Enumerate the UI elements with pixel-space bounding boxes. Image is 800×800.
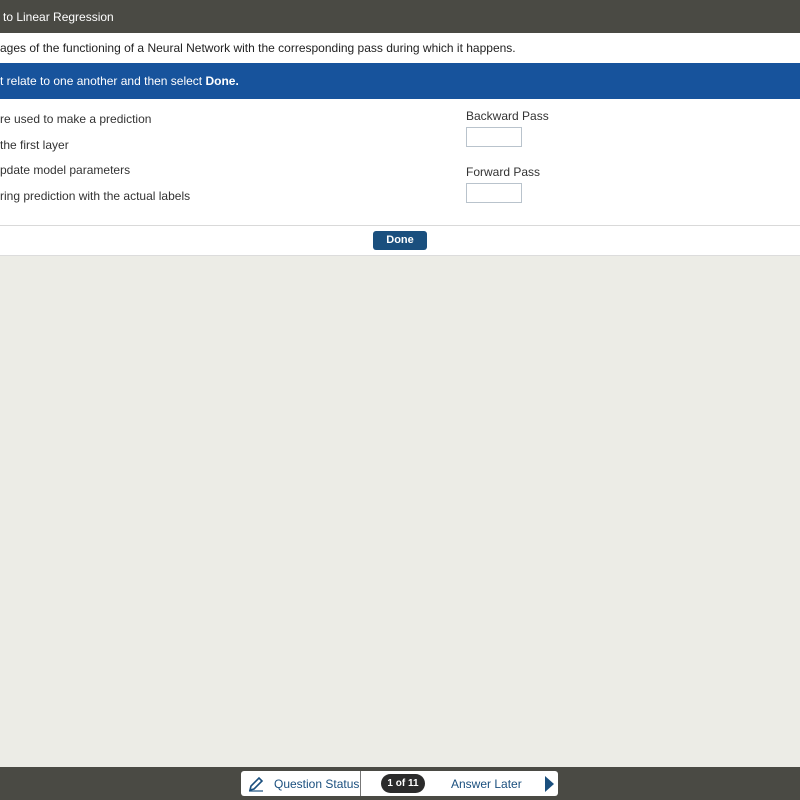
backward-pass-dropzone[interactable] xyxy=(466,127,522,147)
statement-item[interactable]: re used to make a prediction xyxy=(0,112,151,126)
question-counter: 1 of 11 xyxy=(381,774,425,793)
instruction-done-word: Done. xyxy=(205,74,239,88)
answer-later-button[interactable]: Answer Later xyxy=(451,777,522,791)
forward-pass-dropzone[interactable] xyxy=(466,183,522,203)
statement-item[interactable]: ring prediction with the actual labels xyxy=(0,189,190,203)
right-arrow-icon[interactable] xyxy=(544,775,554,792)
done-strip: Done xyxy=(0,226,800,256)
instruction-prefix: t relate to one another and then select xyxy=(0,74,206,88)
done-button[interactable]: Done xyxy=(373,231,427,250)
backward-pass-label: Backward Pass xyxy=(466,109,549,123)
title-bar: to Linear Regression xyxy=(0,0,800,33)
window-title: to Linear Regression xyxy=(3,9,114,24)
question-status-button[interactable]: Question Status xyxy=(241,771,361,796)
question-prompt-bar: ages of the functioning of a Neural Netw… xyxy=(0,33,800,63)
instruction-text: t relate to one another and then select … xyxy=(0,74,239,88)
question-prompt: ages of the functioning of a Neural Netw… xyxy=(0,41,516,55)
statement-item[interactable]: the first layer xyxy=(0,138,69,152)
question-status-label: Question Status xyxy=(274,776,360,791)
pencil-icon xyxy=(248,776,264,792)
matching-area: re used to make a prediction the first l… xyxy=(0,99,800,226)
instruction-bar: t relate to one another and then select … xyxy=(0,63,800,99)
statement-item[interactable]: pdate model parameters xyxy=(0,163,130,177)
footer-navigation: Question Status 1 of 11 Answer Later xyxy=(241,771,558,796)
forward-pass-label: Forward Pass xyxy=(466,165,541,179)
footer-bar: Question Status 1 of 11 Answer Later xyxy=(0,767,800,800)
